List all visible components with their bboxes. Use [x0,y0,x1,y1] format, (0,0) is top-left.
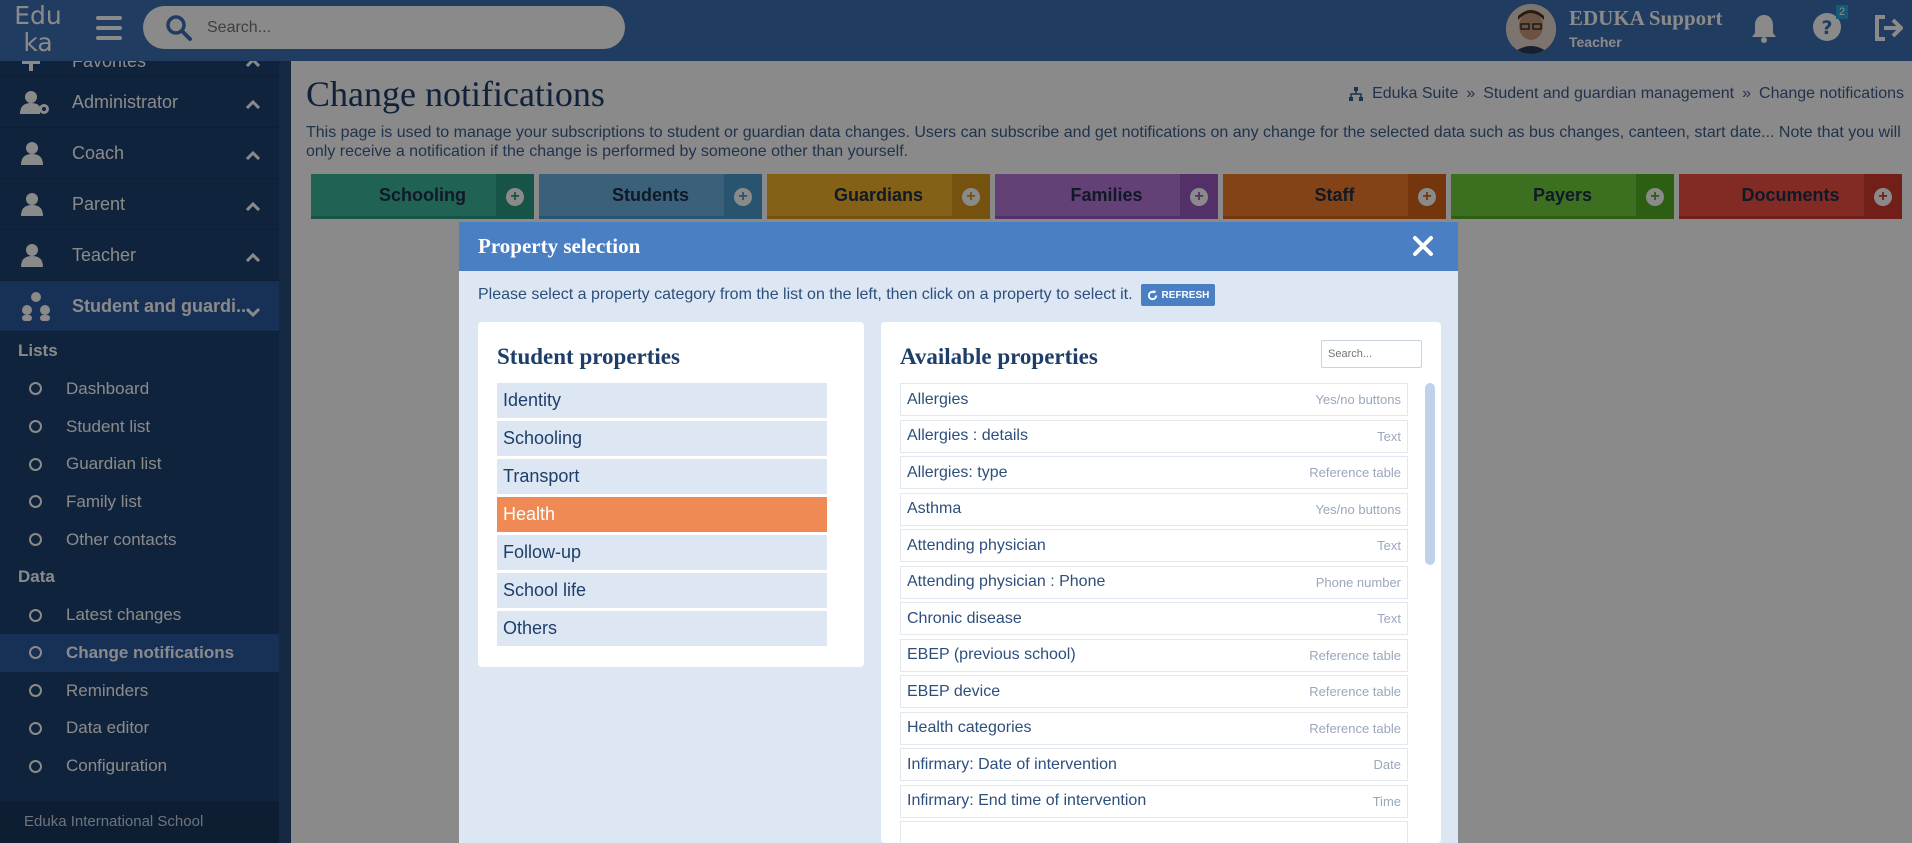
property-name: Allergies : details [907,427,1028,444]
property-search-input[interactable] [1321,340,1422,368]
close-icon[interactable] [1412,235,1434,257]
refresh-label: REFRESH [1161,289,1210,301]
property-type: Time [1372,793,1401,809]
category-follow-up[interactable]: Follow-up [497,535,827,570]
property-name: Chronic disease [907,609,1022,627]
property-row[interactable]: Attending physician Text [900,529,1408,562]
property-type: Reference table [1309,684,1401,699]
property-type: Text [1377,428,1401,444]
category-health[interactable]: Health [497,497,827,532]
category-schooling[interactable]: Schooling [497,421,827,456]
category-list: Identity Schooling Transport Health Foll… [497,383,827,649]
property-row[interactable]: Attending physician : Phone Phone number [900,565,1408,599]
property-row[interactable]: Infirmary: Date of intervention Date [900,748,1408,781]
category-others[interactable]: Others [497,611,827,646]
property-row[interactable]: Asthma Yes/no buttons [900,492,1408,526]
scrollbar-thumb[interactable] [1425,383,1435,565]
property-row[interactable]: Allergies : details Text [900,419,1408,453]
category-panel: Student properties Identity Schooling Tr… [478,322,864,667]
property-type: Reference table [1309,465,1401,480]
category-transport[interactable]: Transport [497,459,827,494]
property-type: Date [1373,757,1401,772]
property-row[interactable]: Chronic disease Text [900,602,1408,635]
property-name: Asthma [907,500,962,517]
refresh-icon [1147,289,1157,300]
modal-title: Property selection [478,234,641,258]
property-type: Yes/no buttons [1315,501,1401,517]
property-row[interactable]: Allergies: type Reference table [900,456,1408,489]
property-name: Infirmary: Date of intervention [907,755,1117,773]
property-list-scrollbar[interactable] [1425,383,1435,833]
property-name: Allergies [907,390,969,408]
property-name: EBEP device [907,682,1001,700]
property-type: Text [1377,611,1401,626]
property-type: Reference table [1309,647,1401,663]
property-row[interactable]: EBEP (previous school) Reference table [900,638,1408,672]
property-name: Health categories [907,719,1032,736]
property-type: Phone number [1315,574,1401,590]
properties-panel: Available properties Allergies Yes/no but… [881,322,1441,843]
property-name: Allergies: type [907,463,1008,481]
property-selection-modal: Property selection Please select a prope… [459,222,1458,843]
category-panel-title: Student properties [497,344,680,369]
property-row[interactable] [900,821,1408,843]
property-type: Reference table [1309,720,1401,736]
property-type: Yes/no buttons [1315,392,1401,407]
property-name: Infirmary: End time of intervention [907,792,1147,809]
modal-intro: Please select a property category from t… [478,284,1216,306]
properties-panel-title: Available properties [900,344,1098,369]
property-name: Attending physician [907,536,1046,554]
property-row[interactable]: Infirmary: End time of intervention Time [900,784,1408,818]
property-name: EBEP (previous school) [907,646,1076,663]
property-name: Attending physician : Phone [907,573,1106,590]
modal-header: Property selection [459,222,1458,271]
property-row[interactable]: Allergies Yes/no buttons [900,383,1408,416]
refresh-button[interactable]: REFRESH [1140,284,1216,306]
modal-instructions: Please select a property category from t… [478,286,1133,303]
property-row[interactable]: Health categories Reference table [900,711,1408,745]
category-identity[interactable]: Identity [497,383,827,418]
property-type: Text [1377,538,1401,553]
property-list: Allergies Yes/no buttons Allergies : deta… [900,383,1408,843]
category-school-life[interactable]: School life [497,573,827,608]
property-row[interactable]: EBEP device Reference table [900,675,1408,708]
